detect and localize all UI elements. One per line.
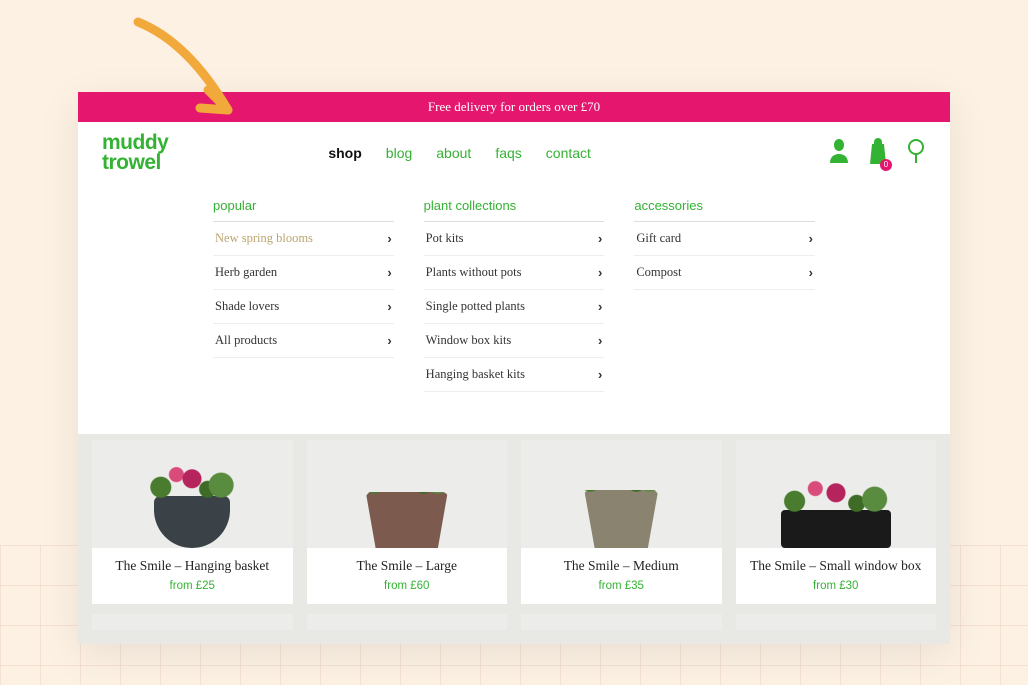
- nav-blog[interactable]: blog: [386, 145, 412, 161]
- product-price: from £60: [307, 580, 508, 592]
- mega-item[interactable]: Gift card ›: [634, 222, 815, 256]
- product-price: from £35: [521, 580, 722, 592]
- mega-item-label: Hanging basket kits: [426, 367, 525, 382]
- mega-item-label: Plants without pots: [426, 265, 522, 280]
- product-row: The Smile – Hanging basketfrom £25The Sm…: [78, 440, 950, 614]
- product-card-stub[interactable]: [307, 614, 508, 630]
- product-card[interactable]: The Smile – Large from £60: [307, 440, 508, 604]
- mega-item-label: New spring blooms: [215, 231, 313, 246]
- mega-column: plant collectionsPot kits›Plants without…: [424, 198, 605, 392]
- chevron-right-icon: ›: [809, 231, 813, 246]
- site-frame: Free delivery for orders over £70 muddy …: [78, 92, 950, 644]
- chevron-right-icon: ›: [387, 333, 391, 348]
- mega-item[interactable]: Compost ›: [634, 256, 815, 290]
- product-image: [307, 440, 508, 548]
- mega-item[interactable]: Single potted plants ›: [424, 290, 605, 324]
- product-title: The Smile – Small window box: [742, 558, 931, 574]
- mega-item-label: Single potted plants: [426, 299, 525, 314]
- logo[interactable]: muddy trowel: [102, 133, 168, 173]
- mega-item-label: Compost: [636, 265, 681, 280]
- chevron-right-icon: ›: [387, 299, 391, 314]
- product-card-stub[interactable]: [736, 614, 937, 630]
- chevron-right-icon: ›: [598, 367, 602, 382]
- chevron-right-icon: ›: [598, 299, 602, 314]
- mega-item[interactable]: Herb garden ›: [213, 256, 394, 290]
- mega-item-label: All products: [215, 333, 277, 348]
- primary-nav: shop blog about faqs contact: [328, 145, 591, 161]
- mega-column: accessories Gift card › Compost ›: [634, 198, 815, 392]
- cart-badge: 0: [880, 159, 892, 171]
- product-title: The Smile – Hanging basket: [98, 558, 287, 574]
- chevron-right-icon: ›: [598, 231, 602, 246]
- mega-heading: popular: [213, 198, 394, 222]
- mega-item[interactable]: New spring blooms ›: [213, 222, 394, 256]
- chevron-right-icon: ›: [598, 333, 602, 348]
- chevron-right-icon: ›: [598, 265, 602, 280]
- chevron-right-icon: ›: [387, 231, 391, 246]
- chevron-right-icon: ›: [387, 265, 391, 280]
- chevron-right-icon: ›: [809, 265, 813, 280]
- account-icon[interactable]: [828, 139, 850, 168]
- mega-column: popularNew spring blooms›Herb garden›Sha…: [213, 198, 394, 392]
- mega-item[interactable]: All products ›: [213, 324, 394, 358]
- product-price: from £30: [736, 580, 937, 592]
- mega-item[interactable]: Pot kits ›: [424, 222, 605, 256]
- search-icon[interactable]: [906, 138, 926, 169]
- product-grid-wrap: The Smile – Hanging basketfrom £25The Sm…: [78, 434, 950, 644]
- product-card-stub[interactable]: [92, 614, 293, 630]
- torn-edge: [78, 416, 950, 434]
- site-header: muddy trowel shop blog about faqs contact 0: [78, 122, 950, 184]
- mega-item-label: Window box kits: [426, 333, 512, 348]
- nav-about[interactable]: about: [436, 145, 471, 161]
- mega-item-label: Herb garden: [215, 265, 277, 280]
- mega-item-label: Pot kits: [426, 231, 464, 246]
- product-card[interactable]: The Smile – Medium from £35: [521, 440, 722, 604]
- product-row-2: [78, 614, 950, 644]
- product-image: [521, 440, 722, 548]
- product-card[interactable]: The Smile – Small window box from £30: [736, 440, 937, 604]
- mega-heading: plant collections: [424, 198, 605, 222]
- nav-shop[interactable]: shop: [328, 145, 361, 161]
- promo-banner: Free delivery for orders over £70: [78, 92, 950, 122]
- mega-item[interactable]: Hanging basket kits ›: [424, 358, 605, 392]
- product-image: [92, 440, 293, 548]
- mega-menu: popularNew spring blooms›Herb garden›Sha…: [78, 184, 950, 416]
- mega-heading: accessories: [634, 198, 815, 222]
- nav-contact[interactable]: contact: [546, 145, 591, 161]
- mega-item-label: Gift card: [636, 231, 681, 246]
- product-image: [736, 440, 937, 548]
- header-icons: 0: [828, 138, 926, 169]
- mega-item[interactable]: Plants without pots ›: [424, 256, 605, 290]
- nav-faqs[interactable]: faqs: [495, 145, 521, 161]
- mega-item[interactable]: Window box kits ›: [424, 324, 605, 358]
- product-card-stub[interactable]: [521, 614, 722, 630]
- logo-line1: muddy: [102, 133, 168, 153]
- product-title: The Smile – Medium: [527, 558, 716, 574]
- product-card[interactable]: The Smile – Hanging basket from £25: [92, 440, 293, 604]
- mega-item[interactable]: Shade lovers ›: [213, 290, 394, 324]
- mega-item-label: Shade lovers: [215, 299, 279, 314]
- promo-text: Free delivery for orders over £70: [428, 99, 600, 114]
- product-title: The Smile – Large: [313, 558, 502, 574]
- logo-line2: trowel: [102, 153, 168, 173]
- product-price: from £25: [92, 580, 293, 592]
- cart-icon[interactable]: 0: [868, 138, 888, 169]
